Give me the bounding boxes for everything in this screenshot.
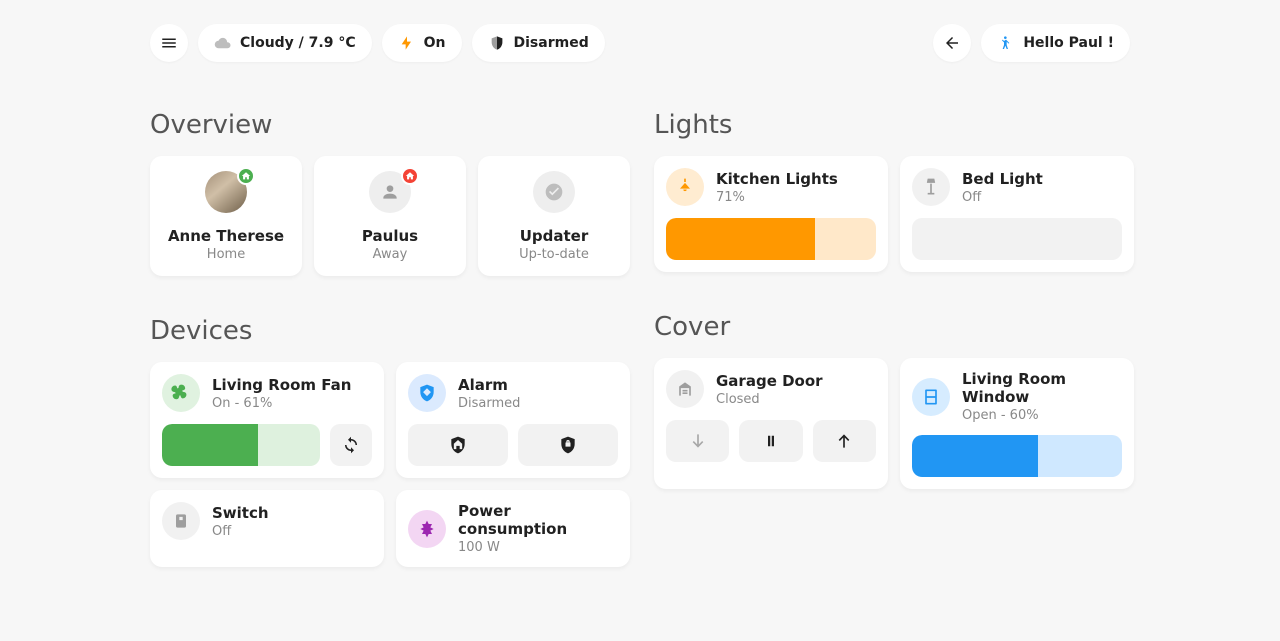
window-slider[interactable] (912, 435, 1122, 477)
switch-sub: Off (212, 524, 269, 539)
avatar (533, 171, 575, 213)
bed-light-title: Bed Light (962, 170, 1043, 188)
fan-sub: On - 61% (212, 396, 351, 411)
greeting-chip-label: Hello Paul ! (1023, 35, 1114, 51)
shield-off-icon (408, 374, 446, 412)
power-title: Power consumption (458, 502, 618, 538)
garage-sub: Closed (716, 392, 823, 407)
devices-heading: Devices (150, 316, 630, 346)
window-icon (912, 378, 950, 416)
fan-card[interactable]: Living Room Fan On - 61% (150, 362, 384, 478)
updater-card[interactable]: Updater Up-to-date (478, 156, 630, 276)
garage-icon (666, 370, 704, 408)
kitchen-light-sub: 71% (716, 190, 838, 205)
alarm-chip-label: Disarmed (514, 35, 589, 51)
arm-home-button[interactable] (408, 424, 508, 466)
alarm-card[interactable]: Alarm Disarmed (396, 362, 630, 478)
person-status: Away (373, 247, 408, 262)
kitchen-light-title: Kitchen Lights (716, 170, 838, 188)
sync-icon (342, 436, 360, 454)
arrow-left-icon (943, 34, 961, 52)
weather-chip-label: Cloudy / 7.9 °C (240, 35, 356, 51)
alarm-chip[interactable]: Disarmed (472, 24, 605, 62)
arrow-up-icon (834, 431, 854, 451)
pause-icon (762, 432, 780, 450)
window-sub: Open - 60% (962, 408, 1122, 423)
overview-heading: Overview (150, 110, 630, 140)
updater-name: Updater (520, 227, 589, 245)
window-title: Living Room Window (962, 370, 1122, 406)
kitchen-light-slider-fill (666, 218, 815, 260)
person-card-anne[interactable]: Anne Therese Home (150, 156, 302, 276)
garage-title: Garage Door (716, 372, 823, 390)
fan-title: Living Room Fan (212, 376, 351, 394)
power-sub: 100 W (458, 540, 618, 555)
fan-slider[interactable] (162, 424, 320, 466)
cover-heading: Cover (654, 312, 1134, 342)
menu-icon (160, 34, 178, 52)
lights-on-icon (398, 34, 416, 52)
cloudy-icon (214, 34, 232, 52)
person-status: Home (207, 247, 245, 262)
bed-light-sub: Off (962, 190, 1043, 205)
bed-light-slider[interactable] (912, 218, 1122, 260)
kitchen-light-slider[interactable] (666, 218, 876, 260)
away-badge-icon (401, 167, 419, 185)
fan-oscillate-button[interactable] (330, 424, 372, 466)
garage-card[interactable]: Garage Door Closed (654, 358, 888, 489)
lights-chip[interactable]: On (382, 24, 462, 62)
switch-icon (162, 502, 200, 540)
fan-icon (162, 374, 200, 412)
ceiling-light-icon (666, 168, 704, 206)
shield-half-icon (488, 34, 506, 52)
fan-slider-fill (162, 424, 258, 466)
arrow-down-icon (688, 431, 708, 451)
lights-heading: Lights (654, 110, 1134, 140)
switch-title: Switch (212, 504, 269, 522)
kitchen-light-card[interactable]: Kitchen Lights 71% (654, 156, 888, 272)
shield-home-icon (448, 435, 468, 455)
person-name: Anne Therese (168, 227, 284, 245)
cover-open-button[interactable] (813, 420, 876, 462)
cover-stop-button[interactable] (739, 420, 802, 462)
shield-lock-icon (558, 435, 578, 455)
updater-status: Up-to-date (519, 247, 589, 262)
arm-away-button[interactable] (518, 424, 618, 466)
back-button[interactable] (933, 24, 971, 62)
home-badge-icon (237, 167, 255, 185)
transmission-tower-icon (408, 510, 446, 548)
bed-light-card[interactable]: Bed Light Off (900, 156, 1134, 272)
switch-card[interactable]: Switch Off (150, 490, 384, 567)
window-slider-fill (912, 435, 1038, 477)
power-card[interactable]: Power consumption 100 W (396, 490, 630, 567)
menu-button[interactable] (150, 24, 188, 62)
window-card[interactable]: Living Room Window Open - 60% (900, 358, 1134, 489)
cover-close-button[interactable] (666, 420, 729, 462)
person-card-paulus[interactable]: Paulus Away (314, 156, 466, 276)
lights-chip-label: On (424, 35, 446, 51)
greeting-chip[interactable]: Hello Paul ! (981, 24, 1130, 62)
person-wave-icon (997, 34, 1015, 52)
alarm-sub: Disarmed (458, 396, 520, 411)
floor-lamp-icon (912, 168, 950, 206)
alarm-title: Alarm (458, 376, 520, 394)
weather-chip[interactable]: Cloudy / 7.9 °C (198, 24, 372, 62)
person-name: Paulus (362, 227, 418, 245)
